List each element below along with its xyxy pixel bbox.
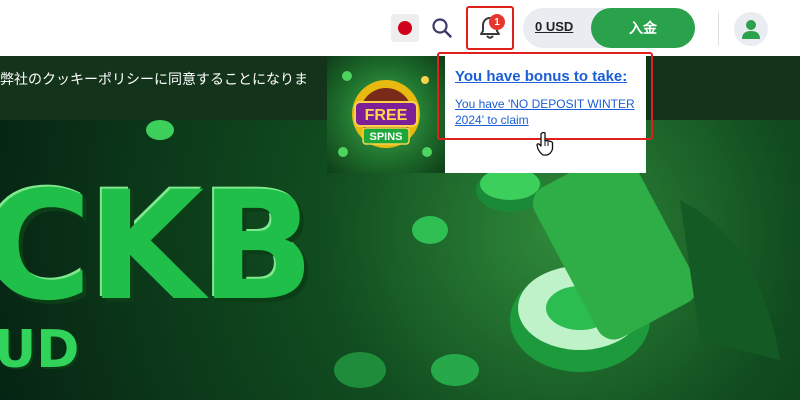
thumb-free-text: FREE — [365, 107, 408, 124]
japan-flag-icon[interactable] — [391, 14, 419, 42]
balance-link[interactable]: 0 USD — [535, 19, 573, 34]
search-icon[interactable] — [428, 14, 456, 42]
header-divider — [718, 12, 719, 46]
user-icon — [742, 20, 760, 39]
thumb-spins-text: SPINS — [369, 131, 402, 143]
pointer-cursor-icon — [536, 131, 554, 156]
top-header: 1 0 USD 入金 — [0, 0, 800, 56]
cookie-text: 弊社のクッキーポリシーに同意することになりま — [0, 71, 308, 87]
deposit-button[interactable]: 入金 — [591, 8, 695, 48]
free-spins-thumbnail[interactable]: FREE SPINS — [327, 56, 445, 173]
notification-count-badge: 1 — [489, 14, 505, 30]
notifications-button[interactable]: 1 — [466, 6, 514, 50]
user-avatar[interactable] — [734, 12, 768, 46]
wallet-widget: 0 USD 入金 — [523, 8, 695, 48]
hero-subtitle: UD — [0, 320, 80, 380]
slot-machine-icon: FREE SPINS — [338, 71, 432, 157]
notification-title-link[interactable]: You have bonus to take: — [455, 68, 627, 85]
notification-message-link[interactable]: You have 'NO DEPOSIT WINTER 2024' to cla… — [455, 96, 635, 128]
hero-title: CKB — [0, 160, 315, 334]
